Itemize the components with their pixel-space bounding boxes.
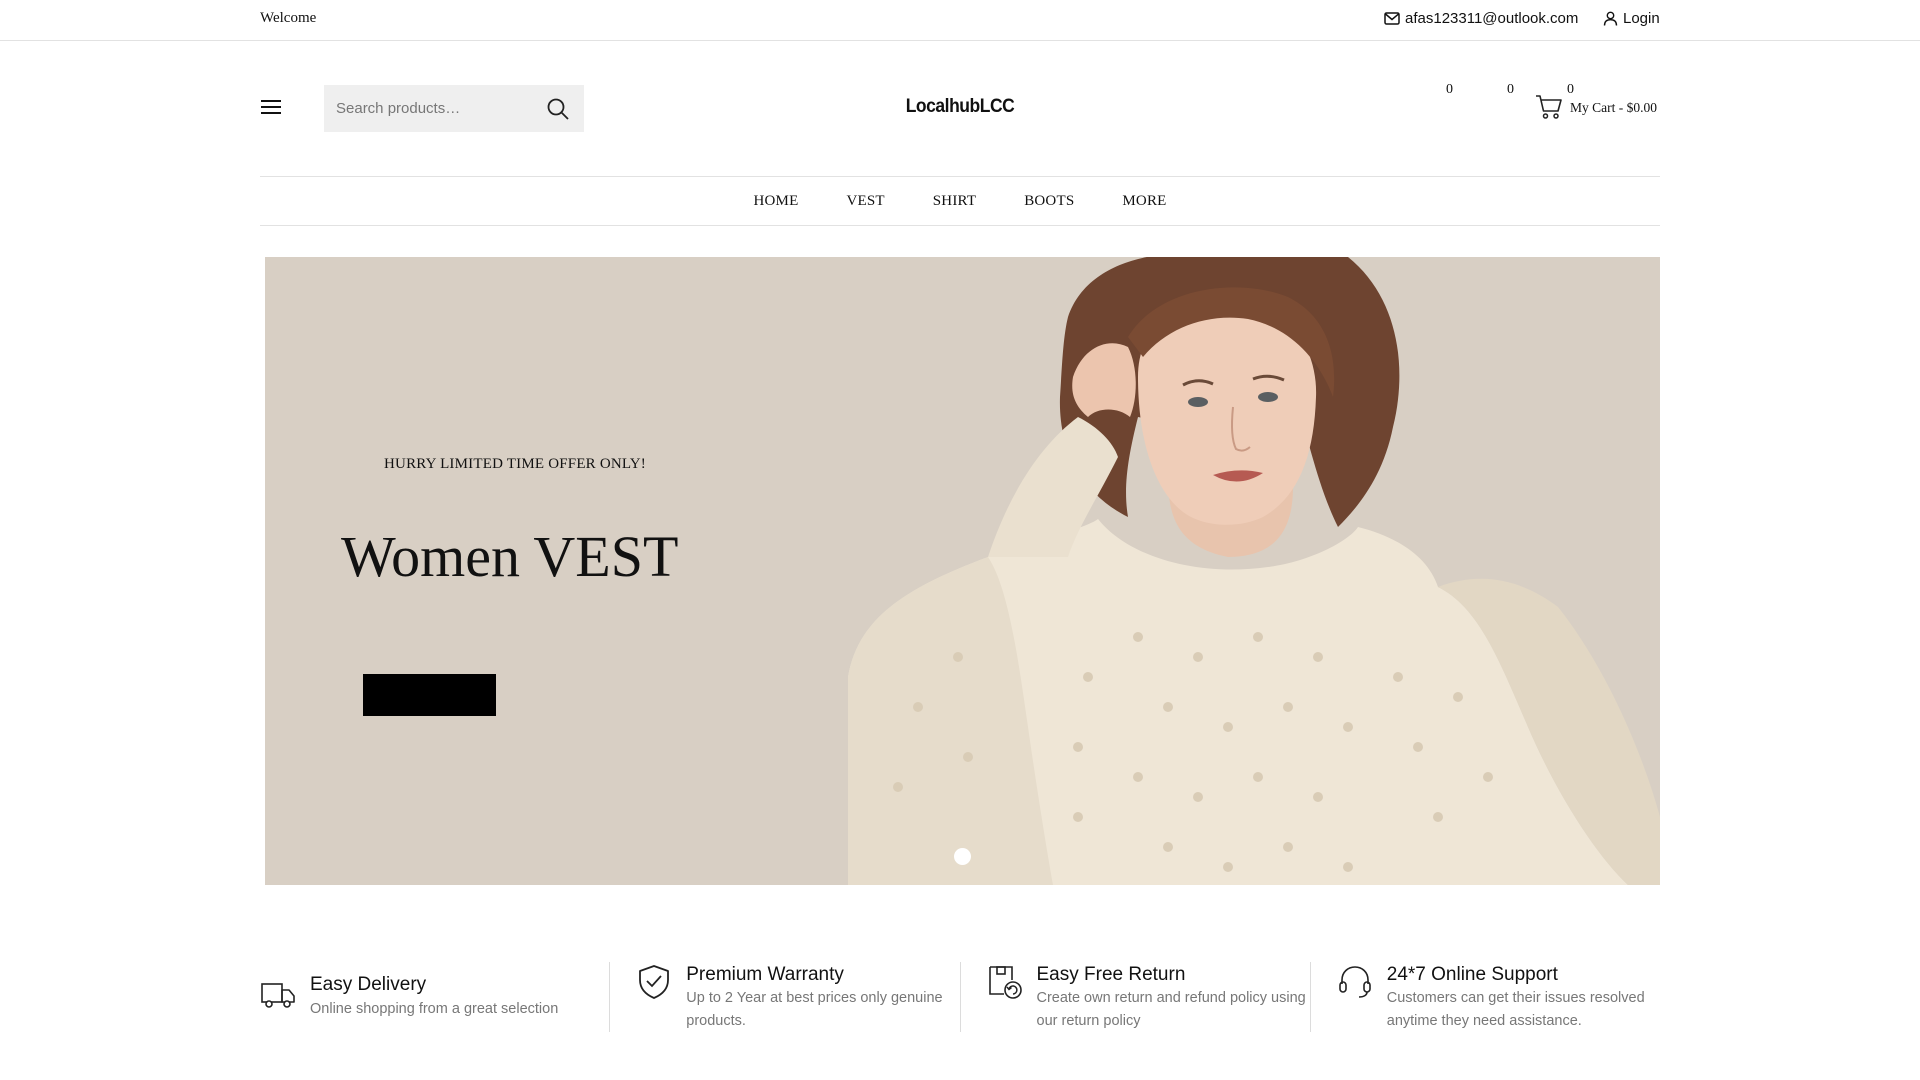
welcome-text: Welcome: [260, 10, 317, 26]
hero-tagline: HURRY LIMITED TIME OFFER ONLY!: [384, 456, 646, 472]
user-icon: [1603, 11, 1618, 26]
features-strip: Easy Delivery Online shopping from a gre…: [260, 962, 1660, 1032]
hero-headline: Women VEST: [341, 524, 679, 589]
nav-item-shirt[interactable]: SHIRT: [933, 193, 976, 210]
compare-count[interactable]: 0: [1507, 82, 1514, 98]
shield-check-icon: [639, 965, 670, 999]
cart-label: My Cart - $0.00: [1570, 100, 1657, 115]
feature-desc: Up to 2 Year at best prices only genuine…: [686, 990, 943, 1029]
hamburger-icon: [261, 100, 281, 114]
search-button[interactable]: [546, 97, 570, 121]
feature-desc: Create own return and refund policy usin…: [1036, 990, 1306, 1029]
search-bar: [324, 85, 584, 132]
login-label: Login: [1623, 10, 1660, 27]
cart-button[interactable]: 0 My Cart - $0.00: [1535, 80, 1661, 122]
feature-title: Easy Free Return: [1036, 964, 1186, 985]
top-bar: Welcome afas123311@outlook.com Login: [0, 0, 1920, 41]
headset-icon: [1338, 966, 1371, 998]
feature-easy-free-return: Easy Free Return Create own return and r…: [959, 962, 1310, 1032]
nav-item-home[interactable]: HOME: [753, 193, 798, 210]
email-label: afas123311@outlook.com: [1405, 10, 1579, 27]
cart-icon: [1536, 95, 1562, 119]
feature-title: 24*7 Online Support: [1386, 964, 1558, 985]
mail-icon: [1384, 12, 1400, 25]
cart-count: 0: [1567, 82, 1574, 97]
nav-item-more[interactable]: MORE: [1122, 193, 1166, 210]
wishlist-count[interactable]: 0: [1446, 82, 1453, 98]
feature-easy-delivery: Easy Delivery Online shopping from a gre…: [260, 962, 609, 1032]
nav-item-boots[interactable]: BOOTS: [1024, 193, 1074, 210]
site-logo[interactable]: LocalhubLCC: [905, 96, 1015, 118]
nav-item-vest[interactable]: VEST: [846, 193, 884, 210]
search-icon: [547, 98, 569, 120]
feature-title: Easy Delivery: [310, 974, 427, 995]
slider-dot[interactable]: [954, 848, 971, 865]
hero-cta-button[interactable]: [363, 674, 496, 716]
main-nav: HOME VEST SHIRT BOOTS MORE: [260, 176, 1660, 226]
return-box-icon: [988, 966, 1022, 999]
feature-title: Premium Warranty: [686, 964, 844, 985]
search-input[interactable]: [336, 85, 536, 132]
menu-button[interactable]: [260, 98, 284, 118]
hero-banner: HURRY LIMITED TIME OFFER ONLY! Women VES…: [265, 257, 1660, 885]
delivery-truck-icon: [261, 983, 295, 1008]
email-link[interactable]: afas123311@outlook.com: [1384, 10, 1578, 27]
feature-desc: Customers can get their issues resolved …: [1386, 990, 1645, 1029]
feature-online-support: 24*7 Online Support Customers can get th…: [1309, 962, 1660, 1032]
hero-model-image: [848, 257, 1660, 885]
feature-desc: Online shopping from a great selection: [310, 1001, 559, 1017]
login-link[interactable]: Login: [1603, 10, 1660, 27]
feature-premium-warranty: Premium Warranty Up to 2 Year at best pr…: [609, 962, 959, 1032]
